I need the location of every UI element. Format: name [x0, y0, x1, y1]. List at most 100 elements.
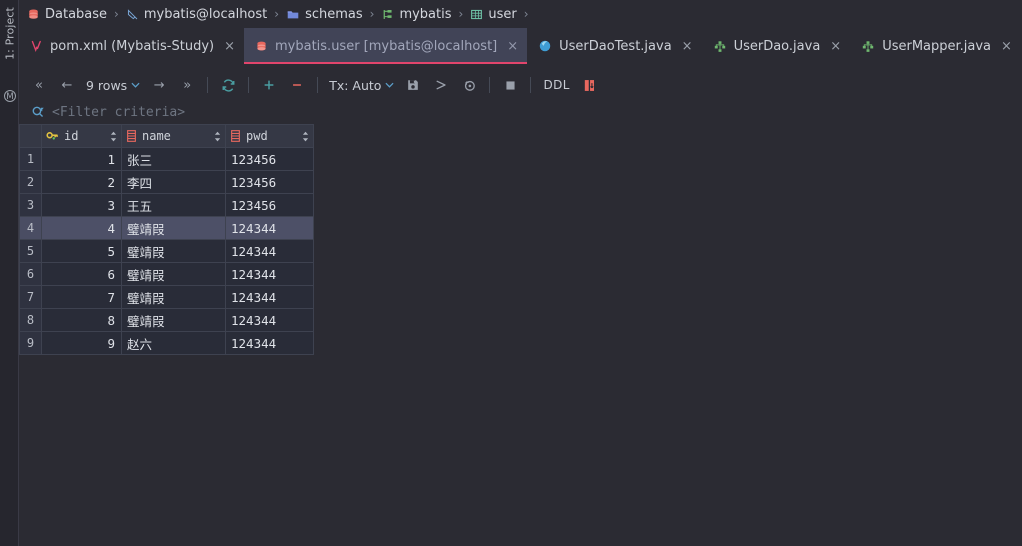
- cell-id[interactable]: 8: [41, 308, 122, 332]
- rollback-icon[interactable]: [455, 74, 483, 96]
- folder-icon: [286, 8, 300, 21]
- submit-icon[interactable]: [427, 74, 455, 96]
- editor-tab-bar: pom.xml (Mybatis-Study) × mybatis.user […: [19, 28, 1022, 64]
- table-row[interactable]: 4 4 璧靖叚 124344: [19, 216, 314, 240]
- cell-name[interactable]: 璧靖叚: [121, 285, 226, 309]
- structure-icon-glyph: M: [6, 92, 14, 102]
- cell-name[interactable]: 璧靖叚: [121, 262, 226, 286]
- toolbar-divider: [530, 77, 532, 93]
- cell-pwd[interactable]: 123456: [225, 147, 314, 171]
- table-header-row: id name pwd: [19, 124, 314, 148]
- table-row[interactable]: 7 7 璧靖叚 124344: [19, 285, 314, 309]
- column-header-id[interactable]: id: [41, 124, 122, 148]
- tab-pom-xml[interactable]: pom.xml (Mybatis-Study) ×: [19, 28, 244, 64]
- filter-bar[interactable]: <Filter criteria>: [19, 100, 1022, 124]
- add-row-button[interactable]: [255, 74, 283, 96]
- cell-id[interactable]: 9: [41, 331, 122, 355]
- connection-icon: [126, 8, 139, 21]
- sort-indicator-icon[interactable]: [214, 131, 221, 142]
- prev-page-button[interactable]: ←: [53, 74, 81, 96]
- breadcrumb-separator: ›: [114, 7, 119, 21]
- breadcrumb-separator: ›: [523, 7, 529, 21]
- ddl-button[interactable]: DDL: [537, 78, 575, 92]
- next-page-button[interactable]: →: [145, 74, 173, 96]
- java-interface-icon: [713, 40, 727, 53]
- idea-database-console: 1: Project M Database › mybatis@localhos…: [0, 0, 1022, 546]
- filter-search-icon[interactable]: [31, 105, 45, 119]
- tab-mybatis-user-table[interactable]: mybatis.user [mybatis@localhost] ×: [244, 28, 528, 64]
- cell-name[interactable]: 璧靖叚: [121, 239, 226, 263]
- table-row[interactable]: 2 2 李四 123456: [19, 170, 314, 194]
- cell-pwd[interactable]: 124344: [225, 331, 314, 355]
- select-all-corner[interactable]: [19, 124, 42, 148]
- refresh-icon[interactable]: [214, 74, 242, 96]
- cell-pwd[interactable]: 124344: [225, 285, 314, 309]
- row-count-label: 9 rows: [86, 77, 128, 93]
- row-count-dropdown[interactable]: 9 rows: [81, 74, 145, 96]
- row-number: 6: [19, 262, 42, 286]
- table-row[interactable]: 8 8 璧靖叚 124344: [19, 308, 314, 332]
- tab-close-icon[interactable]: ×: [224, 40, 235, 53]
- cell-pwd[interactable]: 123456: [225, 170, 314, 194]
- tab-userdaotest-java[interactable]: UserDaoTest.java ×: [527, 28, 702, 64]
- schema-icon: [381, 8, 394, 21]
- tab-userdao-java[interactable]: UserDao.java ×: [701, 28, 851, 64]
- commit-save-icon[interactable]: [399, 74, 427, 96]
- table-row[interactable]: 9 9 赵六 124344: [19, 331, 314, 355]
- cell-name[interactable]: 李四: [121, 170, 226, 194]
- sort-indicator-icon[interactable]: [302, 131, 309, 142]
- toolbar-divider: [317, 77, 319, 93]
- chevron-down-icon: [131, 82, 140, 88]
- cell-id[interactable]: 5: [41, 239, 122, 263]
- tab-close-icon[interactable]: ×: [507, 40, 518, 53]
- cell-pwd[interactable]: 124344: [225, 262, 314, 286]
- cell-id[interactable]: 6: [41, 262, 122, 286]
- cell-id[interactable]: 4: [41, 216, 122, 240]
- sort-indicator-icon[interactable]: [110, 131, 117, 142]
- cell-id[interactable]: 2: [41, 170, 122, 194]
- cell-name[interactable]: 王五: [121, 193, 226, 217]
- data-table: id name pwd 1 1 张三 123456 2 2 李四 123456 …: [19, 124, 314, 355]
- table-row[interactable]: 6 6 璧靖叚 124344: [19, 262, 314, 286]
- maven-icon: [30, 39, 43, 53]
- first-page-button[interactable]: «: [25, 74, 53, 96]
- row-number: 8: [19, 308, 42, 332]
- tab-close-icon[interactable]: ×: [1001, 40, 1012, 53]
- filter-input[interactable]: <Filter criteria>: [52, 105, 185, 120]
- delete-row-button[interactable]: [283, 74, 311, 96]
- cell-name[interactable]: 璧靖叚: [121, 308, 226, 332]
- export-data-icon[interactable]: [576, 74, 604, 96]
- breadcrumb-label-connection: mybatis@localhost: [143, 6, 268, 22]
- cell-name[interactable]: 璧靖叚: [121, 216, 226, 240]
- cell-name[interactable]: 张三: [121, 147, 226, 171]
- cell-pwd[interactable]: 124344: [225, 216, 314, 240]
- column-label-name: name: [142, 129, 171, 143]
- breadcrumb-item-connection[interactable]: mybatis@localhost: [126, 7, 267, 22]
- breadcrumb-label-schemas: schemas: [305, 6, 363, 22]
- stop-icon[interactable]: [496, 74, 524, 96]
- last-page-button[interactable]: »: [173, 74, 201, 96]
- cell-id[interactable]: 1: [41, 147, 122, 171]
- tab-usermapper-java[interactable]: UserMapper.java ×: [850, 28, 1021, 64]
- breadcrumb-item-database[interactable]: Database: [27, 7, 107, 22]
- cell-name[interactable]: 赵六: [121, 331, 226, 355]
- table-row[interactable]: 3 3 王五 123456: [19, 193, 314, 217]
- tab-close-icon[interactable]: ×: [682, 40, 693, 53]
- cell-pwd[interactable]: 124344: [225, 308, 314, 332]
- column-header-pwd[interactable]: pwd: [225, 124, 314, 148]
- transaction-mode-dropdown[interactable]: Tx: Auto: [324, 74, 399, 96]
- row-number: 5: [19, 239, 42, 263]
- table-row[interactable]: 1 1 张三 123456: [19, 147, 314, 171]
- breadcrumb-item-table[interactable]: user: [470, 7, 517, 22]
- table-row[interactable]: 5 5 璧靖叚 124344: [19, 239, 314, 263]
- cell-pwd[interactable]: 123456: [225, 193, 314, 217]
- cell-id[interactable]: 3: [41, 193, 122, 217]
- breadcrumb-item-schema[interactable]: mybatis: [381, 7, 452, 22]
- cell-pwd[interactable]: 124344: [225, 239, 314, 263]
- structure-icon[interactable]: M: [4, 90, 16, 102]
- tab-close-icon[interactable]: ×: [830, 40, 841, 53]
- cell-id[interactable]: 7: [41, 285, 122, 309]
- sidebar-item-project[interactable]: 1: Project: [1, 2, 20, 66]
- column-header-name[interactable]: name: [121, 124, 226, 148]
- breadcrumb-item-schemas[interactable]: schemas: [286, 7, 363, 22]
